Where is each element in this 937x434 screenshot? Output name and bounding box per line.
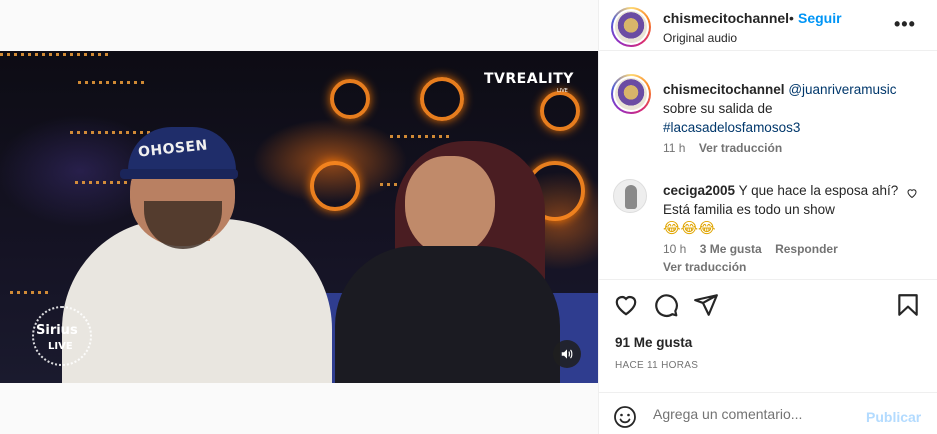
tvreality-watermark: TVREALITY: [484, 71, 574, 87]
caption-meta: 11 h Ver traducción: [663, 141, 792, 155]
more-options-icon[interactable]: •••: [894, 14, 916, 35]
woman-face: [405, 156, 495, 256]
light-strip: [10, 291, 50, 294]
follow-button[interactable]: Seguir: [798, 10, 842, 26]
share-icon[interactable]: [693, 292, 719, 318]
caption-username[interactable]: chismecitochannel: [663, 82, 785, 97]
comment-time: 10 h: [663, 242, 687, 256]
stage-light: [540, 91, 580, 131]
comment-emojis: 😂😂😂: [663, 219, 716, 237]
caption-body: sobre su salida de: [663, 101, 773, 116]
caption-text: chismecitochannel @juanriveramusic sobre…: [663, 80, 923, 137]
caption-avatar[interactable]: [611, 74, 651, 114]
like-icon[interactable]: [613, 292, 639, 318]
comment-reply-button[interactable]: Responder: [775, 242, 838, 256]
save-icon[interactable]: [895, 292, 921, 318]
comment-meta: 10 h 3 Me gusta Responder: [663, 242, 848, 256]
comment-avatar[interactable]: [613, 179, 647, 213]
comment-translate-link[interactable]: Ver traducción: [663, 260, 746, 274]
stage-light: [310, 161, 360, 211]
emoji-picker-icon[interactable]: [613, 405, 637, 434]
stage-light: [420, 77, 464, 121]
sirius-live-text: LIVE: [48, 341, 73, 352]
tvreality-live-label: LIVE: [557, 88, 568, 94]
caption-mention[interactable]: @juanriveramusic: [788, 82, 896, 97]
cap-brim: [120, 169, 238, 179]
post-timestamp: HACE 11 HORAS: [615, 360, 699, 371]
media-pane: OHOSEN TVREALITY LIVE Sirius LIVE: [0, 0, 598, 434]
like-count[interactable]: 91 Me gusta: [615, 335, 692, 350]
post-side-panel: chismecitochannel • Seguir Original audi…: [598, 0, 937, 434]
comment-like-icon[interactable]: [906, 186, 918, 204]
header-separator: •: [789, 10, 794, 26]
light-strip: [0, 53, 110, 56]
avatar[interactable]: [611, 7, 651, 47]
caption-translate-link[interactable]: Ver traducción: [699, 141, 782, 155]
comment-username[interactable]: ceciga2005: [663, 183, 735, 198]
post-header: chismecitochannel • Seguir Original audi…: [599, 0, 937, 51]
comment-bar: Publicar: [599, 392, 937, 434]
comment-icon[interactable]: [653, 292, 679, 318]
post-comment-button[interactable]: Publicar: [866, 409, 921, 425]
audio-toggle-button[interactable]: [553, 340, 581, 368]
header-username[interactable]: chismecitochannel: [663, 10, 789, 26]
comment-input[interactable]: [653, 401, 853, 427]
original-audio-link[interactable]: Original audio: [663, 31, 737, 45]
comment-text: ceciga2005 Y que hace la esposa ahí? Est…: [663, 181, 903, 238]
woman-figure: [335, 246, 560, 383]
caption-time: 11 h: [663, 141, 686, 155]
comment-likes[interactable]: 3 Me gusta: [700, 242, 762, 256]
actions-divider: [599, 279, 937, 280]
sirius-logo-text: Sirius: [36, 323, 78, 338]
light-strip: [78, 81, 148, 84]
stage-light: [330, 79, 370, 119]
light-strip: [70, 131, 150, 134]
speaker-icon: [561, 349, 573, 359]
caption-hashtag[interactable]: #lacasadelosfamosos3: [663, 120, 800, 135]
light-strip: [390, 135, 450, 138]
